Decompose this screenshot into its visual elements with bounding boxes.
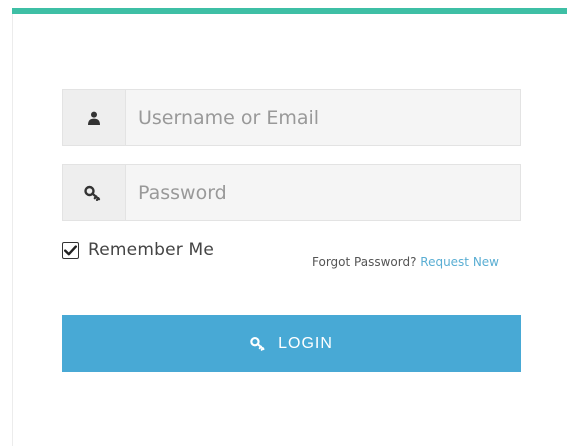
username-input[interactable] [126, 90, 520, 145]
username-input-group [62, 89, 521, 146]
password-input-group [62, 164, 521, 221]
remember-me-checkbox[interactable] [62, 241, 79, 259]
request-new-link[interactable]: Request New [420, 255, 499, 269]
checkmark-icon [64, 244, 77, 255]
key-icon [84, 185, 101, 201]
remember-me-label: Remember Me [88, 240, 215, 260]
login-page: Remember Me Forgot Password? Request New… [0, 0, 567, 446]
login-panel [12, 14, 567, 446]
login-button[interactable]: LOGIN [62, 315, 521, 372]
password-addon [63, 165, 126, 220]
user-icon [88, 111, 100, 125]
forgot-password-text: Forgot Password? [312, 255, 417, 269]
username-addon [63, 90, 126, 145]
password-input[interactable] [126, 165, 520, 220]
remember-me-control[interactable]: Remember Me [62, 240, 214, 260]
key-icon [250, 337, 265, 351]
login-button-label: LOGIN [278, 334, 333, 352]
forgot-password: Forgot Password? Request New [312, 246, 512, 278]
